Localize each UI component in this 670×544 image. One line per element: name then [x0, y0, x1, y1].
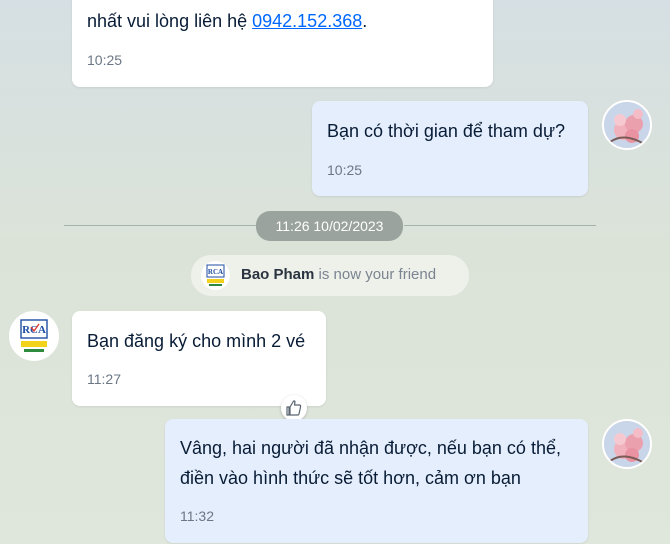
- message-text: Bạn có thời gian để tham dự?: [327, 121, 565, 141]
- friend-notice: RCA Bao Pham is now your friend: [191, 255, 469, 296]
- message-text: Bạn đăng ký cho mình 2 vé: [87, 331, 306, 351]
- message-time: 10:25: [87, 52, 123, 68]
- message-time: 11:32: [180, 508, 214, 524]
- message-time: 10:25: [327, 162, 363, 178]
- message-text-line: nhất vui lòng liên hệ: [87, 11, 253, 31]
- my-avatar[interactable]: [602, 100, 652, 150]
- message-text-punct: .: [362, 11, 368, 31]
- friend-notice-text: Bao Pham is now your friend: [241, 266, 436, 283]
- divider-line-right: [404, 225, 596, 226]
- rca-logo-icon: RCA: [11, 313, 57, 359]
- divider-line-left: [64, 225, 256, 226]
- message-text-line: điền vào hình thức sẽ tốt hơn, cảm ơn bạ…: [180, 468, 521, 488]
- my-avatar[interactable]: [602, 419, 652, 469]
- cherry-blossom-avatar-icon: [604, 421, 650, 467]
- message-text: nhất vui lòng liên hệ 0942.152.368.: [87, 6, 367, 36]
- message-text-line: Vâng, hai người đã nhận được, nếu bạn có…: [180, 438, 561, 458]
- incoming-message-bubble[interactable]: Bạn đăng ký cho mình 2 vé 11:27: [72, 311, 326, 406]
- message-text: Vâng, hai người đã nhận được, nếu bạn có…: [180, 433, 561, 493]
- friend-notice-suffix: is now your friend: [314, 266, 437, 283]
- outgoing-message-bubble[interactable]: Bạn có thời gian để tham dự? 10:25: [312, 101, 588, 196]
- outgoing-message-bubble[interactable]: Vâng, hai người đã nhận được, nếu bạn có…: [165, 419, 588, 543]
- incoming-message-bubble[interactable]: nhất vui lòng liên hệ 0942.152.368. 10:2…: [72, 0, 493, 87]
- date-divider-pill: 11:26 10/02/2023: [256, 211, 403, 241]
- reaction-button[interactable]: [281, 395, 307, 421]
- rca-logo-icon: RCA: [206, 264, 225, 286]
- thumbs-up-icon: [286, 400, 302, 416]
- sender-avatar[interactable]: RCA: [9, 311, 59, 361]
- phone-link[interactable]: 0942.152.368: [252, 11, 362, 31]
- svg-text:RCA: RCA: [208, 268, 223, 276]
- friend-name[interactable]: Bao Pham: [241, 266, 314, 283]
- friend-avatar[interactable]: RCA: [201, 261, 230, 290]
- message-time: 11:27: [87, 371, 121, 387]
- cherry-blossom-avatar-icon: [604, 102, 650, 148]
